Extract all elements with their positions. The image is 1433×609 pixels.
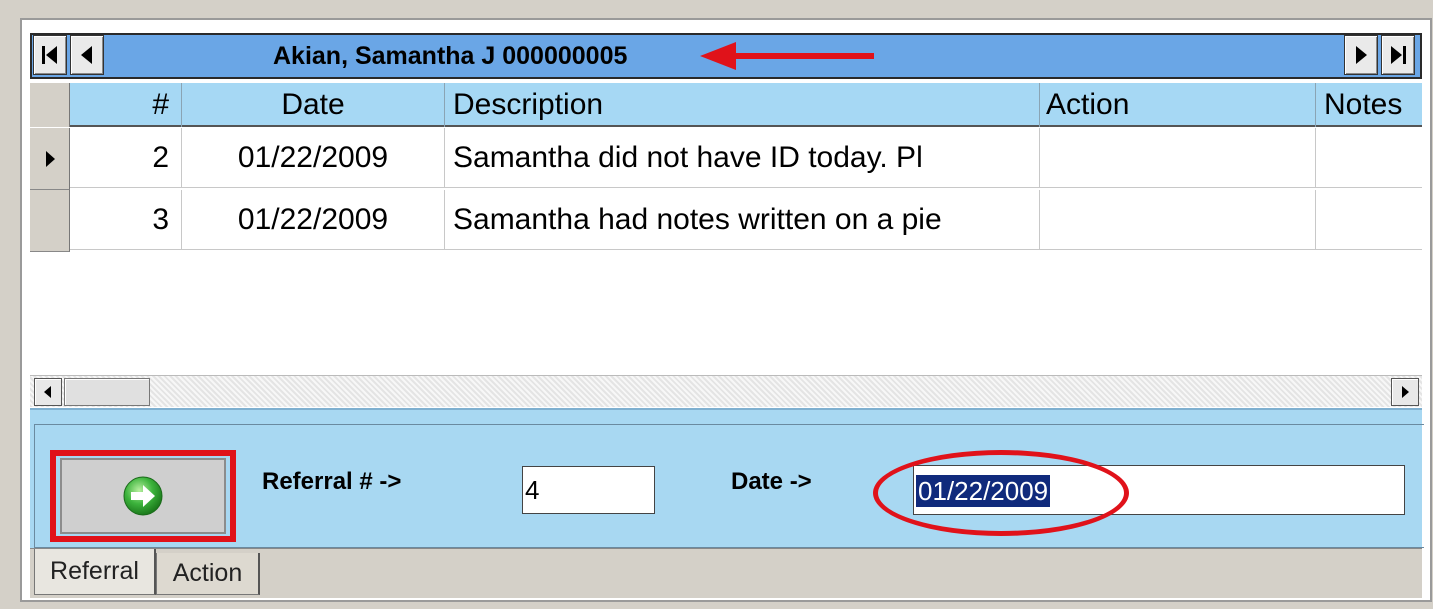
- cell-num[interactable]: 2: [70, 128, 182, 188]
- go-button[interactable]: [60, 458, 226, 534]
- column-header-num[interactable]: #: [70, 83, 182, 127]
- previous-record-button[interactable]: [70, 35, 104, 75]
- record-title: Akian, Samantha J 000000005: [273, 42, 628, 70]
- first-record-icon: [42, 46, 57, 64]
- row-selector[interactable]: [30, 128, 70, 190]
- cell-description[interactable]: Samantha did not have ID today. Pl: [445, 128, 1040, 188]
- scroll-right-icon: [1402, 386, 1409, 398]
- green-arrow-icon: [123, 476, 163, 516]
- last-record-button[interactable]: [1381, 35, 1415, 75]
- next-record-icon: [1356, 46, 1367, 64]
- date-input-selected-text: 01/22/2009: [916, 475, 1051, 507]
- column-header-date[interactable]: Date: [182, 83, 445, 127]
- annotation-arrow: [700, 42, 874, 70]
- column-header-description[interactable]: Description: [445, 83, 1040, 127]
- next-record-button[interactable]: [1344, 35, 1378, 75]
- cell-action[interactable]: [1040, 128, 1316, 188]
- scroll-thumb[interactable]: [64, 378, 150, 406]
- cell-date[interactable]: 01/22/2009: [182, 128, 445, 188]
- cell-action[interactable]: [1040, 190, 1316, 250]
- tab-referral[interactable]: Referral: [34, 549, 156, 595]
- previous-record-icon: [81, 46, 92, 64]
- column-header-action[interactable]: Action: [1040, 83, 1316, 127]
- scroll-right-button[interactable]: [1391, 378, 1419, 406]
- scroll-left-icon: [44, 386, 51, 398]
- referral-number-input[interactable]: [522, 466, 655, 514]
- date-label: Date ->: [731, 468, 812, 495]
- scroll-left-button[interactable]: [34, 378, 62, 406]
- cell-date[interactable]: 01/22/2009: [182, 190, 445, 250]
- referral-label: Referral # ->: [262, 468, 402, 495]
- cell-num[interactable]: 3: [70, 190, 182, 250]
- tab-action[interactable]: Action: [156, 553, 260, 595]
- last-record-icon: [1391, 46, 1406, 64]
- horizontal-scrollbar[interactable]: [30, 375, 1422, 407]
- cell-description[interactable]: Samantha had notes written on a pie: [445, 190, 1040, 250]
- header-corner: [30, 83, 70, 127]
- cell-notes[interactable]: [1316, 128, 1422, 188]
- current-row-icon: [45, 150, 55, 167]
- column-header-notes[interactable]: Notes: [1316, 83, 1422, 127]
- cell-notes[interactable]: [1316, 190, 1422, 250]
- first-record-button[interactable]: [33, 35, 67, 75]
- row-selector[interactable]: [30, 190, 70, 252]
